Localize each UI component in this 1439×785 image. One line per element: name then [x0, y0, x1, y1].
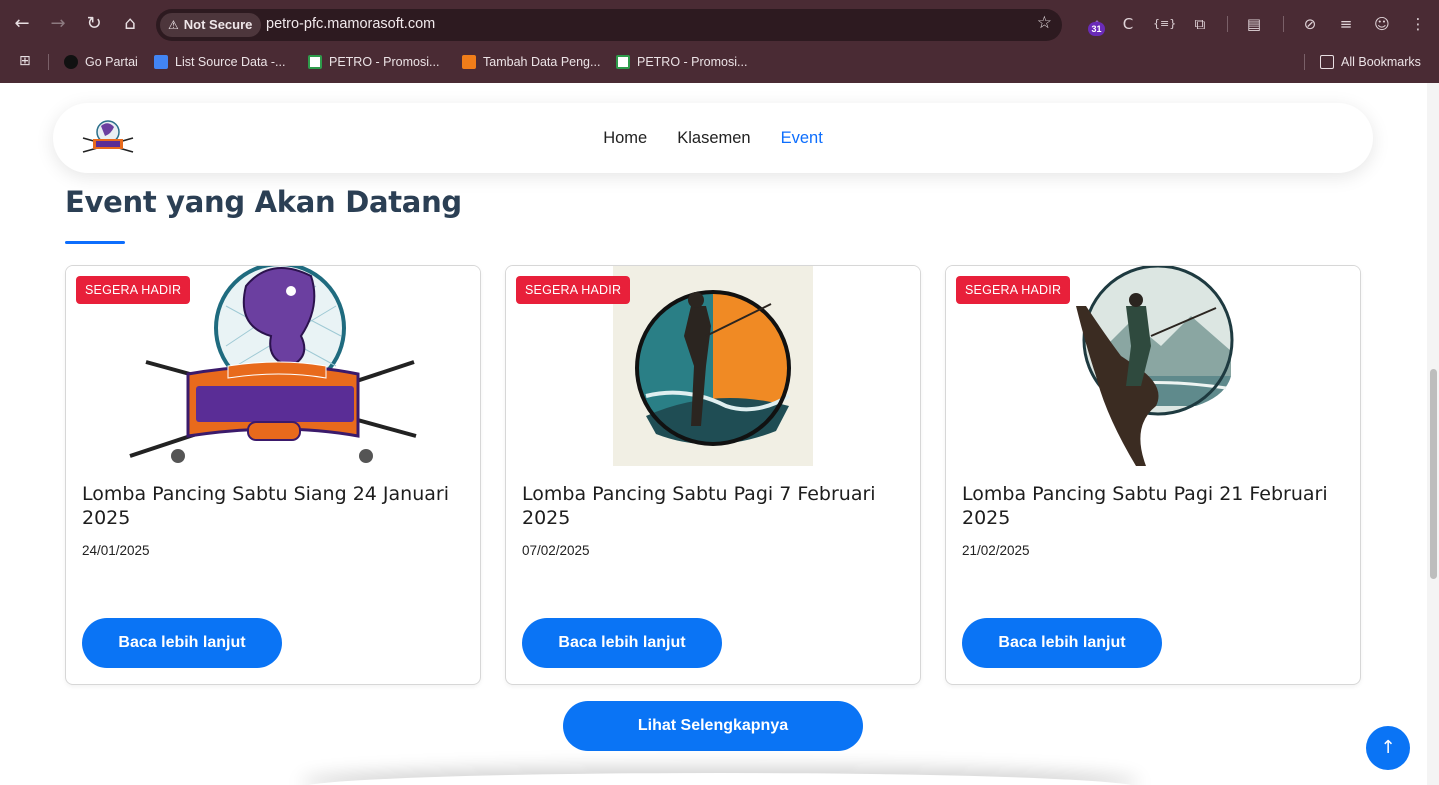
read-more-button[interactable]: Baca lebih lanjut: [522, 618, 722, 668]
see-more-button[interactable]: Lihat Selengkapnya: [563, 701, 863, 751]
performance-icon[interactable]: ⊘: [1299, 13, 1321, 35]
cc-favicon-icon: [462, 55, 476, 69]
footer-shadow: [300, 773, 1140, 785]
event-title: Lomba Pancing Sabtu Pagi 7 Februari 2025: [522, 483, 876, 529]
bookmarks-separator: [1304, 54, 1305, 70]
triangle-icon: [64, 55, 78, 69]
all-bookmarks-label: All Bookmarks: [1341, 55, 1421, 69]
segera-hadir-badge: SEGERA HADIR: [76, 276, 191, 304]
extension-braces-icon[interactable]: {≡}: [1153, 13, 1176, 35]
reload-icon[interactable]: ↻: [82, 12, 106, 36]
event-date: 07/02/2025: [522, 543, 590, 558]
menu-dots-icon[interactable]: ⋮: [1407, 13, 1429, 35]
segera-hadir-badge: SEGERA HADIR: [516, 276, 631, 304]
bookmarks-separator: [48, 54, 49, 70]
browser-toolbar: ← → ↻ ⌂ ⚠ Not Secure petro-pfc.mamorasof…: [0, 0, 1439, 48]
browser-chrome: ← → ↻ ⌂ ⚠ Not Secure petro-pfc.mamorasof…: [0, 0, 1439, 83]
event-title: Lomba Pancing Sabtu Siang 24 Januari 202…: [82, 483, 449, 529]
all-bookmarks[interactable]: All Bookmarks: [1320, 52, 1421, 72]
nav-home[interactable]: Home: [603, 129, 647, 148]
bookmark-petro-promosi[interactable]: PETRO - Promosi...: [308, 52, 439, 72]
folder-icon: [1320, 55, 1334, 69]
nav-links: Home Klasemen Event: [53, 103, 1373, 173]
event-card: SEGERA HADIR Lomba Pancing Sabtu Siang 2…: [65, 265, 481, 685]
extension-c-icon[interactable]: C: [1117, 13, 1139, 35]
side-panel-icon[interactable]: ▤: [1243, 13, 1265, 35]
toolbar-separator: [1283, 16, 1284, 32]
extensions-puzzle-icon[interactable]: ⧉: [1189, 13, 1211, 35]
section-title: Event yang Akan Datang: [65, 185, 462, 219]
bookmark-label: Tambah Data Peng...: [483, 55, 601, 69]
extension-badge: 31: [1088, 22, 1105, 36]
bookmark-label: Go Partai: [85, 55, 138, 69]
bookmark-star-icon[interactable]: ☆: [1037, 13, 1052, 33]
event-card: SEGERA HADIR Lomba Pancing Sabtu Pagi 21…: [945, 265, 1361, 685]
toolbar-separator: [1227, 16, 1228, 32]
apps-grid-icon[interactable]: ⊞: [19, 54, 34, 69]
nav-event[interactable]: Event: [781, 129, 823, 148]
event-date: 24/01/2025: [82, 543, 150, 558]
site-navbar: Home Klasemen Event: [53, 103, 1373, 173]
security-label: Not Secure: [183, 17, 253, 32]
profile-avatar-icon[interactable]: ☺: [1371, 13, 1393, 35]
scrollbar-thumb[interactable]: [1430, 369, 1437, 579]
bookmark-go-partai[interactable]: Go Partai: [64, 52, 138, 72]
petro-favicon-icon: [616, 55, 630, 69]
event-card: SEGERA HADIR Lomba Pancing Sabtu Pagi 7 …: [505, 265, 921, 685]
forward-arrow-icon[interactable]: →: [46, 12, 70, 36]
bookmark-label: PETRO - Promosi...: [329, 55, 440, 69]
title-underline: [65, 241, 125, 244]
bookmarks-bar: ⊞ Go Partai List Source Data -... PETRO …: [0, 48, 1439, 76]
page-content: Home Klasemen Event Event yang Akan Data…: [0, 83, 1427, 785]
bookmark-petro-promosi-2[interactable]: PETRO - Promosi...: [616, 52, 747, 72]
bookmark-label: PETRO - Promosi...: [637, 55, 748, 69]
nav-klasemen[interactable]: Klasemen: [677, 129, 750, 148]
segera-hadir-badge: SEGERA HADIR: [956, 276, 1071, 304]
media-queue-icon[interactable]: ≡: [1335, 13, 1357, 35]
bookmark-list-source-data[interactable]: List Source Data -...: [154, 52, 285, 72]
security-chip[interactable]: ⚠ Not Secure: [160, 13, 262, 37]
event-title: Lomba Pancing Sabtu Pagi 21 Februari 202…: [962, 483, 1328, 529]
scroll-to-top-icon[interactable]: ↑: [1366, 726, 1410, 770]
read-more-button[interactable]: Baca lebih lanjut: [82, 618, 282, 668]
bookmark-tambah-data[interactable]: Tambah Data Peng...: [462, 52, 600, 72]
warning-icon: ⚠: [168, 18, 179, 32]
address-bar[interactable]: ⚠ Not Secure petro-pfc.mamorasoft.com ☆: [156, 9, 1062, 41]
bookmark-label: List Source Data -...: [175, 55, 286, 69]
event-date: 21/02/2025: [962, 543, 1030, 558]
home-icon[interactable]: ⌂: [118, 12, 142, 36]
docs-icon: [154, 55, 168, 69]
url-text[interactable]: petro-pfc.mamorasoft.com: [266, 16, 435, 32]
petro-favicon-icon: [308, 55, 322, 69]
back-arrow-icon[interactable]: ←: [10, 12, 34, 36]
read-more-button[interactable]: Baca lebih lanjut: [962, 618, 1162, 668]
page-scrollbar[interactable]: [1427, 83, 1439, 785]
